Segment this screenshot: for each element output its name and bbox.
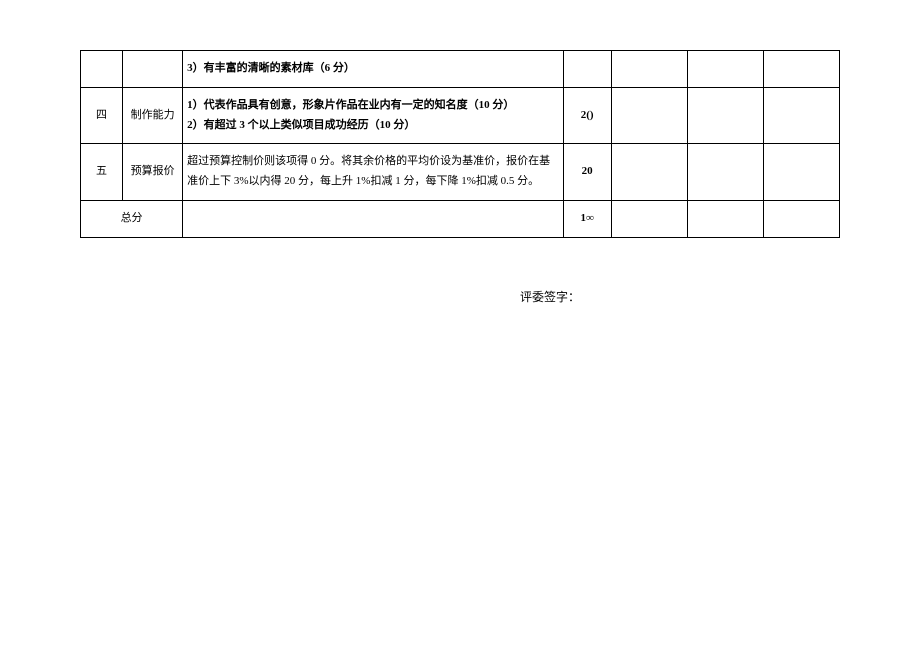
cell-blank (611, 51, 687, 88)
cell-five-category: 预算报价 (123, 144, 183, 201)
cell-blank (611, 87, 687, 144)
cell-five-desc: 超过预算控制价则该项得 0 分。将其余价格的平均价设为基准价，报价在基准价上下 … (183, 144, 564, 201)
cell-blank (763, 200, 839, 237)
cell-material-desc: 3）有丰富的清晰的素材库（6 分） (183, 51, 564, 88)
cell-blank (687, 87, 763, 144)
four-desc-line2: 2）有超过 3 个以上类似项目成功经历（10 分） (187, 116, 559, 136)
cell-four-score: 2() (563, 87, 611, 144)
material-desc-text: 3）有丰富的清晰的素材库（6 分） (187, 62, 355, 74)
table-row-five: 五 预算报价 超过预算控制价则该项得 0 分。将其余价格的平均价设为基准价，报价… (81, 144, 840, 201)
cell-four-desc: 1）代表作品具有创意，形象片作品在业内有一定的知名度（10 分） 2）有超过 3… (183, 87, 564, 144)
cell-blank (687, 144, 763, 201)
judge-signature-label: 评委签字： (80, 288, 840, 305)
cell-blank (687, 200, 763, 237)
cell-blank (763, 144, 839, 201)
cell-blank (763, 87, 839, 144)
cell-blank (687, 51, 763, 88)
cell-four-category: 制作能力 (123, 87, 183, 144)
cell-five-score: 20 (563, 144, 611, 201)
four-desc-line1: 1）代表作品具有创意，形象片作品在业内有一定的知名度（10 分） (187, 96, 559, 116)
cell-total-score: 1∞ (563, 200, 611, 237)
cell-four-num: 四 (81, 87, 123, 144)
cell-total-desc (183, 200, 564, 237)
table-row-material: 3）有丰富的清晰的素材库（6 分） (81, 51, 840, 88)
cell-cat-blank (123, 51, 183, 88)
scoring-table: 3）有丰富的清晰的素材库（6 分） 四 制作能力 1）代表作品具有创意，形象片作… (80, 50, 840, 238)
cell-blank (611, 144, 687, 201)
cell-five-num: 五 (81, 144, 123, 201)
cell-blank (611, 200, 687, 237)
cell-material-score (563, 51, 611, 88)
cell-total-label: 总分 (81, 200, 183, 237)
cell-blank (763, 51, 839, 88)
table-row-total: 总分 1∞ (81, 200, 840, 237)
table-row-four: 四 制作能力 1）代表作品具有创意，形象片作品在业内有一定的知名度（10 分） … (81, 87, 840, 144)
cell-num-blank (81, 51, 123, 88)
